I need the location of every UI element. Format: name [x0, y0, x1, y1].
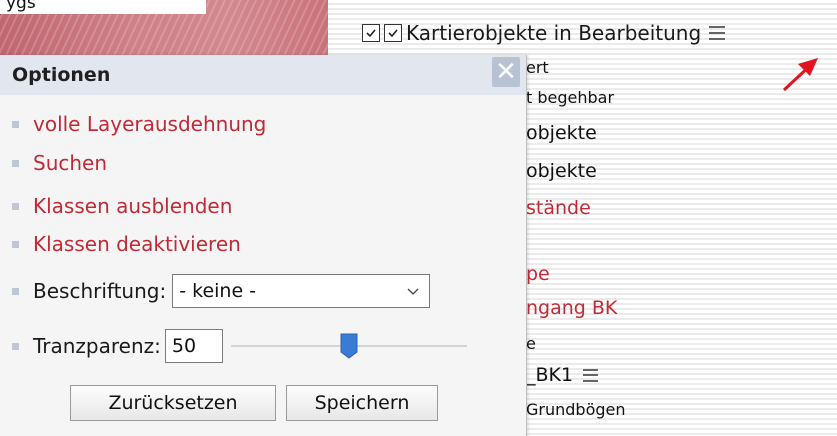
dialog-titlebar[interactable]: Optionen ✕: [0, 55, 526, 95]
tree-item[interactable]: objekte: [526, 160, 597, 182]
dialog-title: Optionen: [12, 64, 111, 86]
clipped-text: ygs: [0, 0, 206, 14]
reset-button[interactable]: Zurücksetzen: [70, 385, 276, 421]
tree-item-label: _BK1: [526, 364, 574, 386]
slider-thumb[interactable]: [340, 333, 358, 359]
option-link[interactable]: volle Layerausdehnung: [33, 112, 266, 136]
tree-item-link[interactable]: stände: [526, 197, 591, 219]
layer-group-checkbox[interactable]: [362, 24, 380, 42]
transparency-label: Tranzparenz:: [33, 334, 161, 358]
transparency-input[interactable]: 50: [164, 329, 223, 363]
bullet-icon: [12, 120, 19, 128]
transparency-slider[interactable]: [230, 329, 467, 363]
save-button[interactable]: Speichern: [286, 385, 438, 421]
bullet-icon: [12, 159, 19, 167]
close-icon: ✕: [495, 57, 517, 87]
tree-item-link[interactable]: ngang BK: [526, 297, 617, 319]
option-search[interactable]: Suchen: [12, 151, 107, 175]
option-deactivate-classes[interactable]: Klassen deaktivieren: [12, 232, 241, 256]
layer-title: Kartierobjekte in Bearbeitung: [406, 21, 702, 45]
menu-icon[interactable]: [709, 26, 726, 40]
option-hide-classes[interactable]: Klassen ausblenden: [12, 194, 232, 218]
options-dialog: Optionen ✕ volle Layerausdehnung Suchen …: [0, 55, 527, 436]
tree-item-group[interactable]: _BK1: [526, 364, 599, 386]
labeling-select-value: - keine -: [179, 280, 257, 302]
tree-item[interactable]: objekte: [526, 122, 597, 144]
labeling-row: Beschriftung: - keine -: [12, 274, 431, 308]
transparency-row: Tranzparenz: 50: [12, 329, 467, 363]
annotation-arrow-icon: [782, 58, 818, 92]
close-button[interactable]: ✕: [492, 57, 520, 87]
layer-checkbox[interactable]: [384, 24, 402, 42]
tree-item-link[interactable]: pe: [526, 263, 550, 285]
tree-item[interactable]: e: [526, 334, 536, 353]
labeling-select[interactable]: - keine -: [172, 274, 431, 308]
chevron-down-icon: [407, 288, 419, 295]
bullet-icon: [12, 202, 19, 210]
option-full-extent[interactable]: volle Layerausdehnung: [12, 112, 266, 136]
bullet-icon: [12, 342, 19, 350]
labeling-label: Beschriftung:: [33, 279, 167, 303]
tree-item[interactable]: ert: [526, 58, 549, 77]
option-link[interactable]: Klassen ausblenden: [33, 194, 232, 218]
tree-item[interactable]: Grundbögen: [526, 400, 626, 419]
option-link[interactable]: Suchen: [33, 151, 107, 175]
menu-icon[interactable]: [583, 368, 599, 382]
option-link[interactable]: Klassen deaktivieren: [33, 232, 241, 256]
bullet-icon: [12, 240, 19, 248]
bullet-icon: [12, 287, 19, 295]
tree-item[interactable]: t begehbar: [526, 88, 614, 107]
layer-group-header: Kartierobjekte in Bearbeitung: [362, 18, 726, 48]
